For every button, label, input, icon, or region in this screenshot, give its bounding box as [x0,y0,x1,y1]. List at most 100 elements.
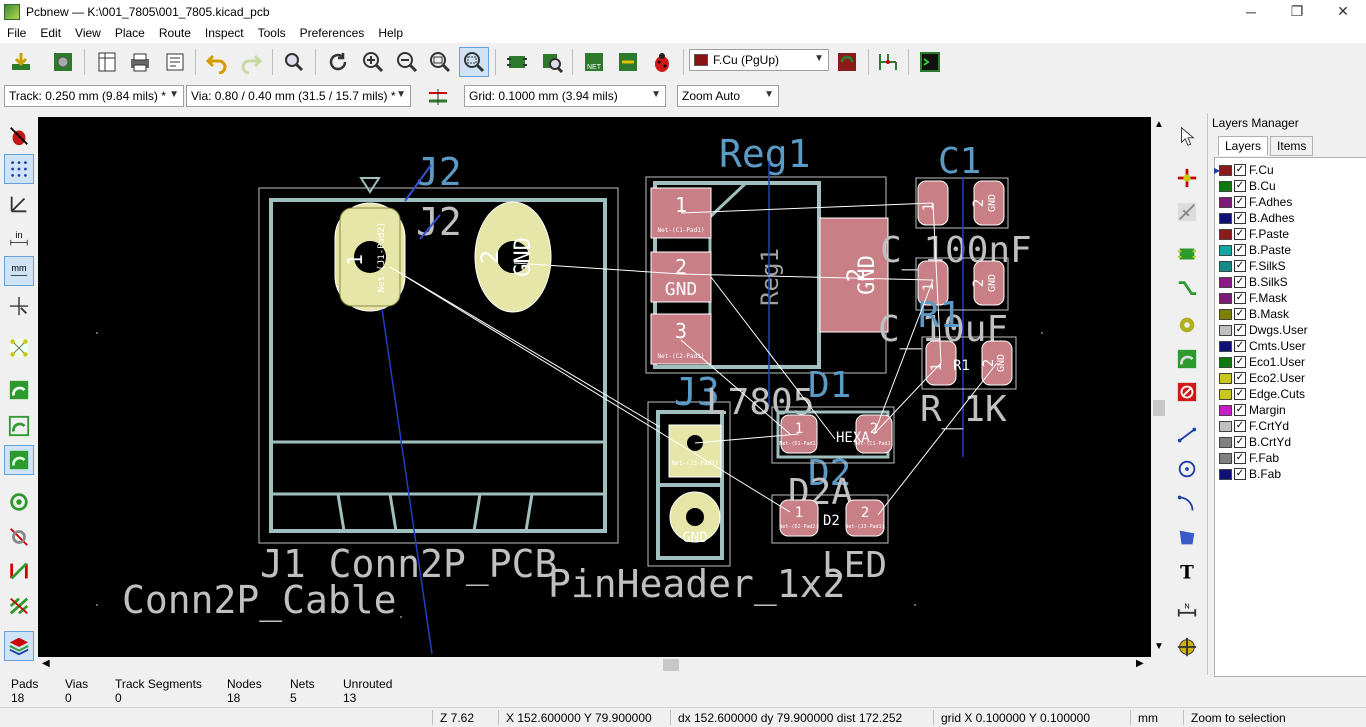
redo-icon[interactable] [236,47,266,77]
scroll-right-icon[interactable]: ▶ [1136,658,1144,669]
layer-color-swatch[interactable] [1219,388,1232,400]
scripting-console-icon[interactable] [915,47,945,77]
layer-row[interactable]: ✓ F.Fab [1219,450,1279,466]
zoom-selection-icon[interactable] [459,47,489,77]
interactive-router-icon[interactable] [873,47,903,77]
zone-fill-icon[interactable] [4,375,34,405]
layer-visibility-checkbox[interactable]: ✓ [1234,452,1246,464]
cursor-shape-icon[interactable] [4,291,34,321]
j3-pad-1[interactable]: Net-(J3-Pad1) [668,424,722,478]
tab-layers[interactable]: Layers [1218,136,1269,156]
zone-sketch-icon[interactable] [4,445,34,475]
layer-visibility-checkbox[interactable]: ✓ [1234,180,1246,192]
layer-color-swatch[interactable] [1219,404,1232,416]
layer-pair-icon[interactable] [832,47,862,77]
layer-row[interactable]: ✓ F.SilkS [1219,258,1286,274]
add-circle-icon[interactable] [1172,454,1202,484]
layer-color-swatch[interactable] [1219,308,1232,320]
scroll-up-icon[interactable]: ▲ [1154,119,1164,130]
layer-color-swatch[interactable] [1219,260,1232,272]
j3-pad-2[interactable]: GND [669,491,721,546]
layer-color-swatch[interactable] [1219,452,1232,464]
layer-color-swatch[interactable] [1219,436,1232,448]
drc-ladybug-icon[interactable] [647,47,677,77]
units-inch-icon[interactable]: in [4,223,34,253]
update-pcb-icon[interactable] [613,47,643,77]
layer-visibility-checkbox[interactable]: ✓ [1234,260,1246,272]
menu-file[interactable]: File [0,26,33,40]
layer-color-swatch[interactable] [1219,244,1232,256]
layer-color-swatch[interactable] [1219,212,1232,224]
layer-visibility-checkbox[interactable]: ✓ [1234,420,1246,432]
zoom-fit-icon[interactable] [425,47,455,77]
layer-visibility-checkbox[interactable]: ✓ [1234,404,1246,416]
layer-row[interactable]: ✓ B.Adhes [1219,210,1294,226]
layers-manager-toggle-icon[interactable] [4,631,34,661]
layer-visibility-checkbox[interactable]: ✓ [1234,292,1246,304]
layer-row[interactable]: ✓ B.Mask [1219,306,1289,322]
layer-row[interactable]: ✓ Eco2.User [1219,370,1305,386]
scroll-left-icon[interactable]: ◀ [42,658,50,669]
layer-visibility-checkbox[interactable]: ✓ [1234,356,1246,368]
add-via-icon[interactable] [1172,310,1202,340]
add-zone-icon[interactable] [1172,344,1202,374]
layer-color-swatch[interactable] [1219,468,1232,480]
menu-preferences[interactable]: Preferences [293,26,372,40]
layer-color-swatch[interactable] [1219,180,1232,192]
zoom-in-icon[interactable] [358,47,388,77]
add-polygon-icon[interactable] [1172,522,1202,552]
layer-visibility-checkbox[interactable]: ✓ [1234,324,1246,336]
undo-icon[interactable] [202,47,232,77]
layer-row[interactable]: ✓ B.Paste [1219,242,1291,258]
ratsnest-icon[interactable] [4,333,34,363]
local-ratsnest-icon[interactable] [1172,197,1202,227]
layer-visibility-checkbox[interactable]: ✓ [1234,308,1246,320]
add-text-icon[interactable]: T [1172,556,1202,586]
maximize-button[interactable]: ❐ [1274,0,1320,23]
netlist-icon[interactable]: NET [579,47,609,77]
layer-row[interactable]: ✓ B.SilkS [1219,274,1288,290]
grid-dropdown[interactable]: Grid: 0.1000 mm (3.94 mils) ▼ [464,85,666,107]
add-footprint-icon[interactable] [1172,239,1202,269]
d2-pad-2[interactable]: 2 Net-(J3-Pad1) [845,499,885,537]
find-icon[interactable] [279,47,309,77]
vertical-scrollbar[interactable]: ▲ ▼ [1151,117,1167,657]
open-board-icon[interactable] [6,47,36,77]
units-mm-icon[interactable]: mm [4,256,34,286]
layer-color-swatch[interactable] [1219,324,1232,336]
reg1-pad-2[interactable]: 2 GND [650,251,712,303]
redraw-icon[interactable] [323,47,353,77]
horizontal-scroll-thumb[interactable] [663,659,679,671]
layer-visibility-checkbox[interactable]: ✓ [1234,372,1246,384]
print-icon[interactable] [125,47,155,77]
reg1-pad-3[interactable]: 3 Net-(C2-Pad1) [650,313,712,365]
track-sketch-icon[interactable] [4,556,34,586]
minimize-button[interactable]: ─ [1228,0,1274,23]
page-settings-icon[interactable] [92,47,122,77]
layer-row[interactable]: ✓ Edge.Cuts [1219,386,1305,402]
horizontal-scrollbar[interactable]: ◀ ▶ [38,657,1151,673]
layer-row[interactable]: ✓ Dwgs.User [1219,322,1308,338]
layer-visibility-checkbox[interactable]: ✓ [1234,388,1246,400]
footprint-editor-icon[interactable] [502,47,532,77]
layer-visibility-checkbox[interactable]: ✓ [1234,436,1246,448]
layer-visibility-checkbox[interactable]: ✓ [1234,340,1246,352]
c1-pad-2[interactable]: 2 GND [971,180,1005,226]
layer-visibility-checkbox[interactable]: ✓ [1234,164,1246,176]
vertical-scroll-thumb[interactable] [1153,400,1165,416]
polar-coords-icon[interactable] [4,189,34,219]
layer-row[interactable]: ✓ B.CrtYd [1219,434,1291,450]
layer-visibility-checkbox[interactable]: ✓ [1234,228,1246,240]
menu-inspect[interactable]: Inspect [198,26,251,40]
zone-outline-icon[interactable] [4,411,34,441]
layer-row[interactable]: ✓ F.Adhes [1219,194,1292,210]
menu-view[interactable]: View [68,26,108,40]
c2-pad-2[interactable]: 2 GND [971,260,1005,306]
high-contrast-icon[interactable] [4,591,34,621]
set-origin-icon[interactable] [1172,632,1202,662]
menu-place[interactable]: Place [108,26,152,40]
drc-off-icon[interactable] [4,121,34,151]
via-sketch-icon[interactable] [4,522,34,552]
layer-color-swatch[interactable] [1219,372,1232,384]
footprint-viewer-icon[interactable] [537,47,567,77]
